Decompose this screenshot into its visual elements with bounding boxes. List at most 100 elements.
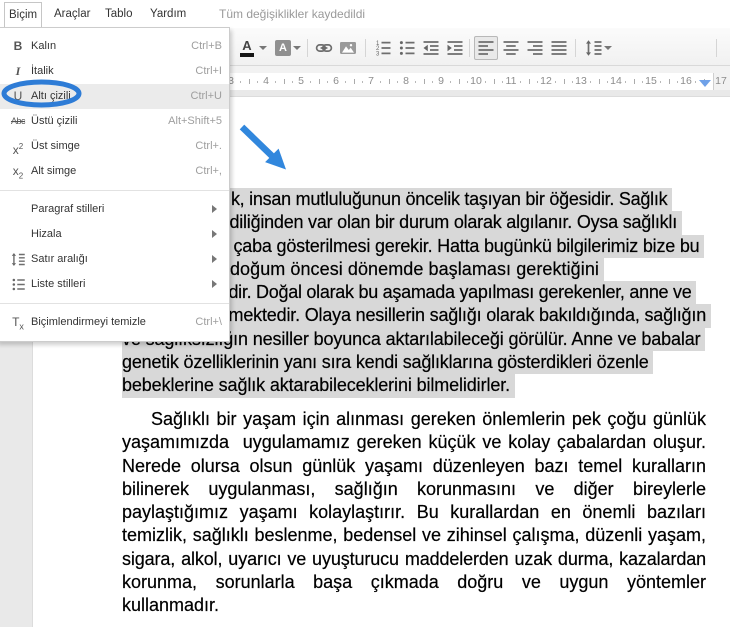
justified-paragraph: Sağlıklı bir yaşam için alınması gereken… — [122, 408, 706, 618]
menu-tools[interactable]: Araçlar — [47, 0, 97, 28]
menu-separator — [0, 190, 229, 191]
text-line: Nerede olursa olsun günlük yaşamı düzenl… — [122, 455, 706, 478]
text-line: korunma, sorunlarla başa çıkmada doğru v… — [122, 571, 706, 594]
italic-icon: I — [7, 59, 29, 84]
text-color-caret-icon[interactable] — [259, 46, 267, 50]
toolbar-separator — [716, 39, 717, 57]
insert-image-button[interactable] — [336, 36, 360, 60]
ruler-quartertick — [292, 81, 293, 83]
align-left-icon — [477, 39, 495, 57]
ruler-number: 9 — [438, 75, 444, 88]
ruler-quartertick — [432, 81, 433, 83]
ruler-quartertick — [520, 81, 521, 83]
menu-item-superscript[interactable]: x2 Üst simge Ctrl+. — [0, 134, 229, 159]
highlight-color-button[interactable]: A — [271, 36, 295, 60]
ruler-quartertick — [502, 81, 503, 83]
menu-item-paragraph-styles[interactable]: Paragraf stilleri — [0, 197, 229, 222]
bulleted-list-icon — [398, 39, 416, 57]
text-line: sigara, alkol, uyarıcı ve uyuşturucu mad… — [122, 548, 706, 571]
ruler-quartertick — [257, 81, 258, 83]
toolbar-separator — [575, 39, 576, 57]
ruler-quartertick — [415, 81, 416, 83]
subscript-icon: x2 — [7, 159, 29, 184]
ruler-number: 13 — [575, 75, 587, 88]
text-line: temizlik, sağlıklı beslenme, bedensel ve… — [122, 524, 706, 547]
ruler-quartertick — [677, 81, 678, 83]
decrease-indent-button[interactable] — [419, 36, 443, 60]
menu-item-underline[interactable]: U Altı çizili Ctrl+U — [0, 84, 229, 109]
text-line: yaşamımızda uygulamamız gereken küçük ve… — [122, 431, 706, 454]
ruler-quartertick — [555, 81, 556, 83]
menu-item-line-spacing[interactable]: Satır aralığı — [0, 247, 229, 272]
ruler-halftick — [389, 79, 390, 84]
line-spacing-button[interactable] — [582, 36, 606, 60]
menu-item-clear-formatting[interactable]: Tx Biçimlendirmeyi temizle Ctrl+\ — [0, 310, 229, 335]
ruler-quartertick — [537, 81, 538, 83]
menu-table[interactable]: Tablo — [98, 0, 140, 28]
ruler-quartertick — [380, 81, 381, 83]
highlight-color-caret-icon[interactable] — [293, 46, 301, 50]
decrease-indent-icon — [422, 39, 440, 57]
menu-item-align[interactable]: Hizala — [0, 222, 229, 247]
submenu-arrow-icon — [212, 280, 217, 288]
link-icon — [315, 39, 333, 57]
superscript-icon: x2 — [7, 134, 29, 159]
increase-indent-icon — [446, 39, 464, 57]
ruler-halftick — [284, 79, 285, 84]
ruler-quartertick — [625, 81, 626, 83]
menu-separator — [0, 303, 229, 304]
ruler-quartertick — [642, 81, 643, 83]
ruler-number: 7 — [368, 75, 374, 88]
menu-item-bold[interactable]: B Kalın Ctrl+B — [0, 34, 229, 59]
text-line: kullanmadır. — [122, 594, 706, 617]
toolbar-separator — [365, 39, 366, 57]
ruler-halftick — [494, 79, 495, 84]
menu-item-strikethrough[interactable]: Abc Üstü çizili Alt+Shift+5 — [0, 109, 229, 134]
format-menu-dropdown: B Kalın Ctrl+B I İtalik Ctrl+I U Altı çi… — [0, 27, 230, 342]
ruler-quartertick — [397, 81, 398, 83]
ruler-halftick — [564, 79, 565, 84]
menu-item-subscript[interactable]: x2 Alt simge Ctrl+, — [0, 159, 229, 184]
ruler-quartertick — [485, 81, 486, 83]
strikethrough-icon: Abc — [7, 109, 29, 134]
ruler-number: 6 — [333, 75, 339, 88]
menu-help[interactable]: Yardım — [143, 0, 193, 28]
text-color-button[interactable]: A — [235, 36, 259, 60]
ruler-number: 12 — [540, 75, 552, 88]
menu-format[interactable]: Biçim — [4, 2, 42, 28]
ruler-quartertick — [362, 81, 363, 83]
submenu-arrow-icon — [212, 255, 217, 263]
numbered-list-button[interactable]: 123 — [371, 36, 395, 60]
text-line: bebeklerine sağlık aktarabileceklerini b… — [122, 374, 706, 397]
ruler-number: 15 — [645, 75, 657, 88]
toolbar-separator — [469, 39, 470, 57]
align-right-button[interactable] — [523, 36, 547, 60]
bold-icon: B — [7, 34, 29, 59]
increase-indent-button[interactable] — [443, 36, 467, 60]
justify-icon — [550, 39, 568, 57]
ruler-halftick — [319, 79, 320, 84]
right-indent-marker[interactable] — [699, 80, 711, 87]
align-center-button[interactable] — [499, 36, 523, 60]
align-right-icon — [526, 39, 544, 57]
insert-link-button[interactable] — [312, 36, 336, 60]
submenu-arrow-icon — [212, 205, 217, 213]
ruler-halftick — [459, 79, 460, 84]
menu-bar: Biçim Araçlar Tablo Yardım Tüm değişikli… — [0, 0, 730, 28]
ruler-halftick — [669, 79, 670, 84]
svg-text:3: 3 — [376, 52, 380, 57]
ruler-halftick — [249, 79, 250, 84]
ruler-quartertick — [467, 81, 468, 83]
ruler-quartertick — [572, 81, 573, 83]
menu-item-italic[interactable]: I İtalik Ctrl+I — [0, 59, 229, 84]
save-status: Tüm değişiklikler kaydedildi — [219, 0, 365, 28]
menu-item-list-styles[interactable]: Liste stilleri — [0, 272, 229, 297]
ruler-quartertick — [660, 81, 661, 83]
ruler-halftick — [634, 79, 635, 84]
list-styles-icon — [7, 272, 29, 297]
bulleted-list-button[interactable] — [395, 36, 419, 60]
justify-button[interactable] — [547, 36, 571, 60]
line-spacing-caret-icon[interactable] — [604, 46, 612, 50]
align-left-button[interactable] — [474, 36, 498, 60]
numbered-list-icon: 123 — [374, 39, 392, 57]
